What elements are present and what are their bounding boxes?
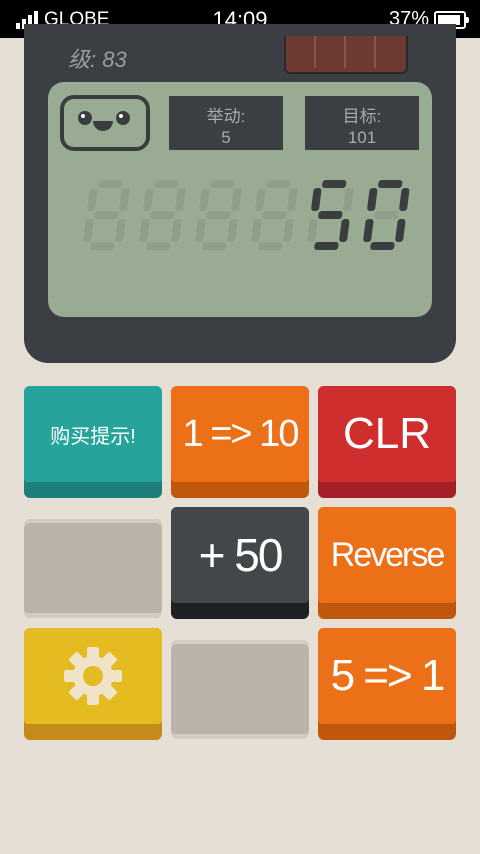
clear-label: CLR bbox=[342, 409, 432, 458]
display-segment-ghost bbox=[94, 211, 119, 219]
level-label: 级: 83 bbox=[68, 47, 127, 72]
five-to-one-button[interactable]: 5 => 1 bbox=[318, 628, 456, 740]
display-segment-on bbox=[322, 180, 347, 188]
display-segment-on bbox=[399, 188, 410, 211]
display-segment-on bbox=[367, 188, 378, 211]
goal-box: 目标: 101 bbox=[305, 96, 419, 150]
display-segment-ghost bbox=[283, 219, 294, 242]
settings-button[interactable] bbox=[24, 628, 162, 740]
display-segment-ghost bbox=[199, 188, 210, 211]
goal-label: 目标: bbox=[342, 107, 382, 126]
one-to-ten-label: 1 => 10 bbox=[182, 412, 300, 455]
display-segment-ghost bbox=[115, 219, 126, 242]
calculator-face-icon bbox=[60, 95, 150, 151]
display-segment-ghost bbox=[119, 188, 130, 211]
display-segment-on bbox=[311, 188, 322, 211]
blank-button bbox=[171, 640, 309, 739]
calculator-screen: 举动: 5 目标: 101 bbox=[48, 82, 432, 317]
display-segment-ghost bbox=[202, 242, 227, 250]
reverse-button[interactable]: Reverse bbox=[318, 507, 456, 619]
display-segment-on bbox=[318, 211, 343, 219]
display-segment-ghost bbox=[90, 242, 115, 250]
display-segment-ghost bbox=[98, 180, 123, 188]
display-segment-on bbox=[314, 242, 339, 250]
display-segment-on bbox=[339, 219, 350, 242]
display-segment-ghost bbox=[258, 242, 283, 250]
display-segment-ghost bbox=[143, 188, 154, 211]
display-segment-ghost bbox=[343, 188, 354, 211]
gear-icon bbox=[64, 647, 122, 705]
display-segment-ghost bbox=[251, 219, 262, 242]
display-segment-ghost bbox=[139, 219, 150, 242]
clear-button[interactable]: CLR bbox=[318, 386, 456, 498]
display-segment-ghost bbox=[171, 219, 182, 242]
solar-panel bbox=[284, 36, 408, 74]
display-segment-ghost bbox=[255, 188, 266, 211]
display-segment-ghost bbox=[374, 211, 399, 219]
display-segment-ghost bbox=[227, 219, 238, 242]
display-segment-ghost bbox=[154, 180, 179, 188]
display-segment-ghost bbox=[195, 219, 206, 242]
display-segment-on bbox=[378, 180, 403, 188]
display-segment-ghost bbox=[231, 188, 242, 211]
display-segment-ghost bbox=[287, 188, 298, 211]
plus-fifty-button[interactable]: + 50 bbox=[171, 507, 309, 619]
display-segment-ghost bbox=[175, 188, 186, 211]
display-segment-ghost bbox=[206, 211, 231, 219]
plus-fifty-label: + 50 bbox=[198, 529, 284, 581]
buy-hint-label: 购买提示! bbox=[50, 425, 136, 448]
display-segment-ghost bbox=[83, 219, 94, 242]
display-segment-ghost bbox=[210, 180, 235, 188]
display-segment-on bbox=[363, 219, 374, 242]
five-to-one-label: 5 => 1 bbox=[330, 651, 446, 700]
reverse-label: Reverse bbox=[330, 535, 446, 574]
one-to-ten-button[interactable]: 1 => 10 bbox=[171, 386, 309, 498]
moves-value: 5 bbox=[221, 128, 231, 147]
display-segment-ghost bbox=[87, 188, 98, 211]
display-segment-ghost bbox=[266, 180, 291, 188]
goal-value: 101 bbox=[347, 128, 377, 147]
display-segment-ghost bbox=[150, 211, 175, 219]
blank-button bbox=[24, 519, 162, 618]
display-segment-ghost bbox=[262, 211, 287, 219]
moves-label: 举动: bbox=[206, 107, 246, 126]
display-segment-ghost bbox=[307, 219, 318, 242]
display-segment-ghost bbox=[146, 242, 171, 250]
display-segment-on bbox=[395, 219, 406, 242]
seven-segment-display bbox=[83, 180, 410, 250]
moves-box: 举动: 5 bbox=[169, 96, 283, 150]
display-segment-on bbox=[370, 242, 395, 250]
buy-hint-button[interactable]: 购买提示! bbox=[24, 386, 162, 498]
